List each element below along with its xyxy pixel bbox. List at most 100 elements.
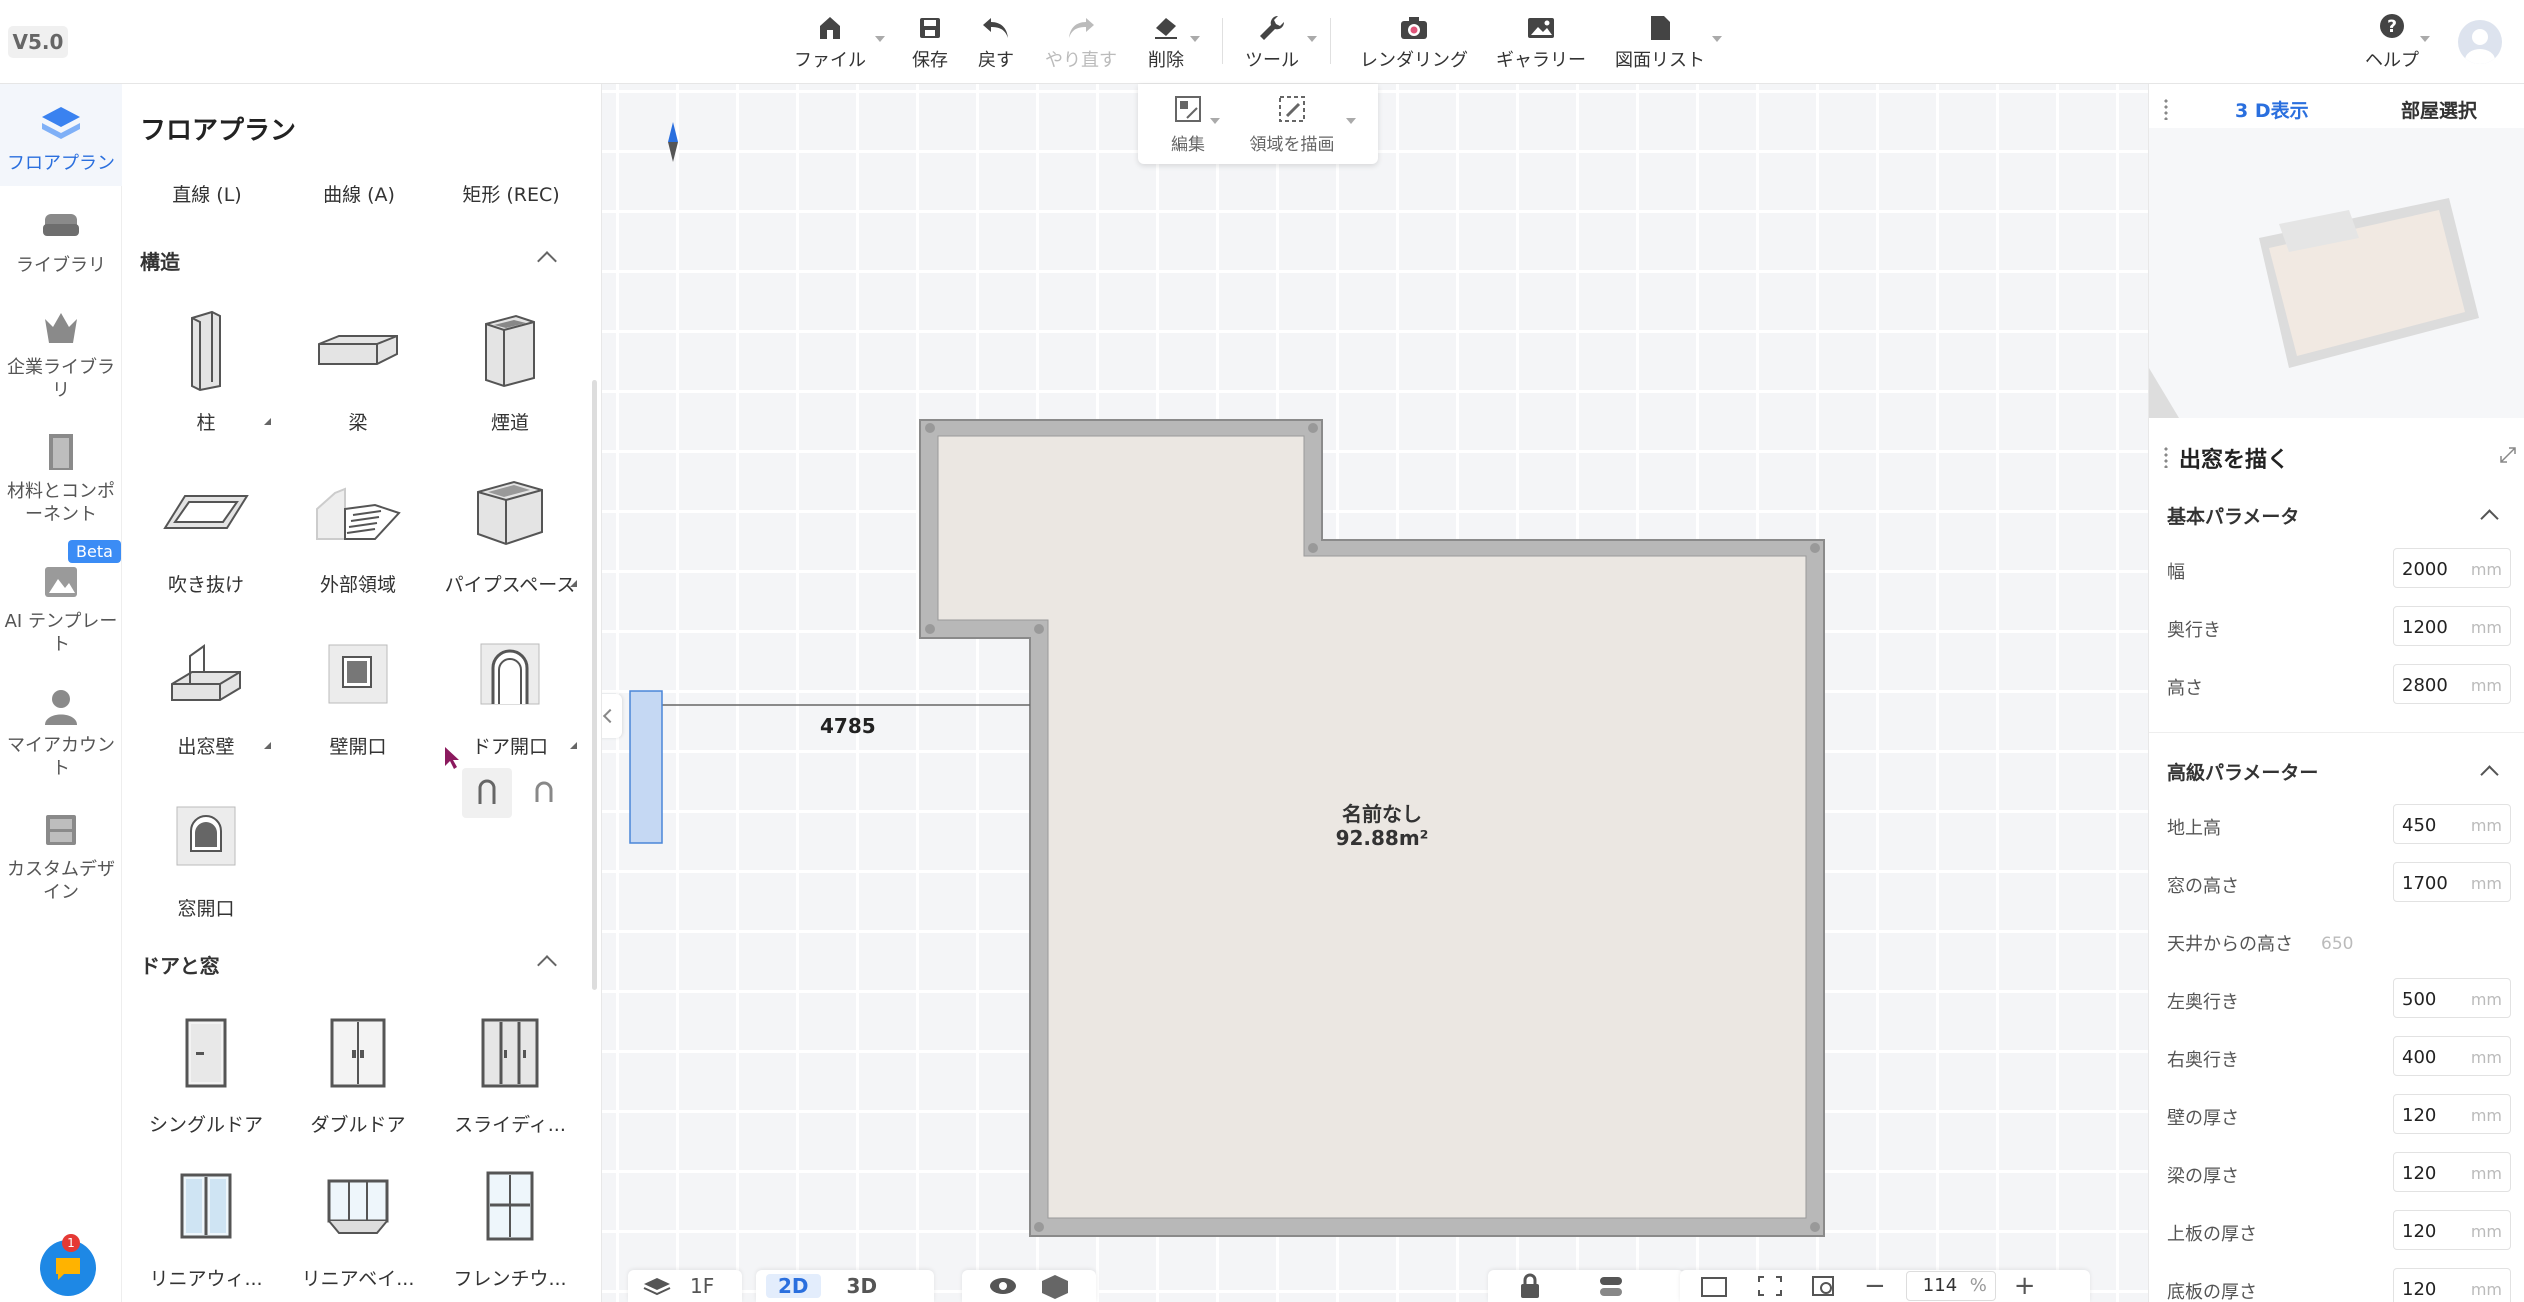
zoom-out-button[interactable]: − (1864, 1271, 1886, 1301)
help-dropdown-icon[interactable] (2420, 36, 2430, 42)
arch-door-variant-button[interactable] (462, 768, 512, 818)
tool-column[interactable]: 柱 (130, 300, 282, 435)
lock-icon[interactable] (1518, 1273, 1542, 1299)
param-input[interactable]: 2800 mm (2393, 664, 2511, 704)
zoom-input[interactable]: 114 % (1905, 1271, 1996, 1301)
edit-button[interactable]: 編集 (1152, 94, 1224, 155)
param-input[interactable]: 120 mm (2393, 1152, 2511, 1192)
tool-beam[interactable]: 梁 (282, 300, 434, 435)
param-input[interactable]: 500 mm (2393, 978, 2511, 1018)
tool-door-opening[interactable]: ドア開口 (434, 624, 586, 759)
collapse-panel-button[interactable] (602, 694, 622, 738)
tab-3d-view[interactable]: 3 D表示 (2235, 96, 2309, 123)
draw-area-dropdown-icon[interactable] (1346, 118, 1356, 124)
delete-button[interactable]: 削除 (1140, 12, 1192, 72)
tool-linear-bay-window[interactable]: リニアベイ... (282, 1156, 434, 1291)
expand-icon[interactable] (2499, 446, 2517, 464)
nav-item-custom-design[interactable]: カスタムデザイン (0, 808, 122, 904)
drawing-list-dropdown-icon[interactable] (1712, 36, 1722, 42)
drag-handle-icon[interactable] (2163, 446, 2169, 468)
cube-icon[interactable] (1040, 1273, 1070, 1299)
save-label: 保存 (912, 50, 948, 71)
param-unit: mm (2470, 990, 2502, 1009)
tab-room-select[interactable]: 部屋選択 (2401, 96, 2477, 123)
chevron-up-icon[interactable] (2480, 765, 2499, 784)
nav-item-my-account[interactable]: マイアカウント (0, 684, 122, 780)
view-2d-button[interactable]: 2D (766, 1274, 821, 1298)
nav-label: マイアカウント (7, 735, 115, 779)
chevron-up-icon[interactable] (537, 955, 557, 975)
chevron-up-icon[interactable] (2480, 509, 2499, 528)
tool-sliding-door[interactable]: スライディ... (434, 1002, 586, 1137)
floor-plan-canvas[interactable]: 4785 名前なし 92.88m² (602, 84, 2148, 1302)
delete-dropdown-icon[interactable] (1190, 36, 1200, 42)
param-input[interactable]: 450 mm (2393, 804, 2511, 844)
tools-button[interactable]: ツール (1238, 12, 1306, 72)
param-input[interactable]: 1200 mm (2393, 606, 2511, 646)
nav-item-ai-template[interactable]: AI テンプレート (0, 560, 122, 656)
file-button[interactable]: ファイル (788, 12, 872, 72)
drawing-list-button[interactable]: 図面リスト (1612, 12, 1708, 72)
edit-dropdown-icon[interactable] (1210, 118, 1220, 124)
floor-selector[interactable]: 1F (628, 1270, 742, 1302)
curve-tool-button[interactable]: 曲線 (A) (284, 180, 434, 207)
view-mode-switch: 2D 3D (756, 1270, 934, 1302)
tool-bay-window-wall[interactable]: 出窓壁 (130, 624, 282, 759)
tool-linear-window[interactable]: リニアウィ... (130, 1156, 282, 1291)
tool-french-window[interactable]: フレンチウ... (434, 1156, 586, 1291)
undo-button[interactable]: 戻す (970, 12, 1022, 72)
help-button[interactable]: ? ヘルプ (2362, 12, 2422, 72)
chevron-up-icon[interactable] (537, 251, 557, 271)
round-door-variant-button[interactable] (518, 768, 568, 818)
param-input[interactable]: 120 mm (2393, 1094, 2511, 1134)
save-button[interactable]: 保存 (904, 12, 956, 72)
tool-pipe-space[interactable]: パイプスペース (434, 462, 586, 597)
pipe-space-icon (460, 462, 560, 562)
tool-wall-opening[interactable]: 壁開口 (282, 624, 434, 759)
chat-button[interactable]: 1 (40, 1234, 96, 1296)
tool-exterior-area[interactable]: 外部領域 (282, 462, 434, 597)
draw-area-button[interactable]: 領域を描画 (1234, 94, 1350, 155)
redo-button[interactable]: やり直す (1038, 12, 1124, 72)
tool-double-door[interactable]: ダブルドア (282, 1002, 434, 1137)
param-input[interactable]: 2000 mm (2393, 548, 2511, 588)
3d-preview[interactable] (2149, 128, 2524, 418)
focus-icon[interactable] (1756, 1274, 1784, 1298)
param-unit: mm (2470, 1106, 2502, 1125)
room-label[interactable]: 名前なし 92.88m² (1302, 802, 1462, 850)
bay-window-preview[interactable] (629, 690, 663, 844)
param-unit: mm (2470, 1222, 2502, 1241)
tool-single-door[interactable]: シングルドア (130, 1002, 282, 1137)
drag-handle-icon[interactable] (2163, 98, 2169, 120)
nav-item-floor-plan[interactable]: フロアプラン (0, 84, 122, 186)
tools-dropdown-icon[interactable] (1307, 36, 1317, 42)
toggle-icon[interactable] (1598, 1273, 1624, 1299)
param-input[interactable]: 120 mm (2393, 1268, 2511, 1302)
param-input[interactable]: 120 mm (2393, 1210, 2511, 1250)
zoom-region-icon[interactable] (1810, 1274, 1838, 1298)
avatar[interactable] (2458, 20, 2502, 64)
tool-window-opening[interactable]: 窓開口 (130, 786, 282, 921)
fit-view-icon[interactable] (1698, 1274, 1730, 1298)
gallery-button[interactable]: ギャラリー (1494, 12, 1588, 72)
rect-tool-button[interactable]: 矩形 (REC) (436, 180, 586, 207)
rendering-button[interactable]: レンダリング (1356, 12, 1472, 72)
eye-icon[interactable] (988, 1276, 1018, 1296)
right-panel: 3 D表示 部屋選択 出窓を描く 基本パラメータ 幅 2000 mm 奥行き 12… (2148, 84, 2524, 1302)
nav-item-enterprise-library[interactable]: 企業ライブラリ (0, 306, 122, 402)
view-3d-button[interactable]: 3D (847, 1274, 878, 1298)
zoom-in-button[interactable]: + (2014, 1271, 2036, 1301)
file-dropdown-icon[interactable] (875, 36, 885, 42)
panel-scrollbar[interactable] (592, 380, 597, 990)
sliding-door-icon (460, 1002, 560, 1102)
tool-flue[interactable]: 煙道 (434, 300, 586, 435)
nav-item-materials[interactable]: 材料とコンポーネント (0, 430, 122, 526)
nav-item-library[interactable]: ライブラリ (0, 204, 122, 277)
compass-icon[interactable] (668, 122, 678, 162)
tool-void[interactable]: 吹き抜け (130, 462, 282, 597)
param-input[interactable]: 1700 mm (2393, 862, 2511, 902)
line-tool-button[interactable]: 直線 (L) (132, 180, 282, 207)
param-input[interactable]: 400 mm (2393, 1036, 2511, 1076)
param-readonly-value: 650 (2321, 934, 2354, 954)
panel-title: 出窓を描く (2179, 448, 2290, 473)
